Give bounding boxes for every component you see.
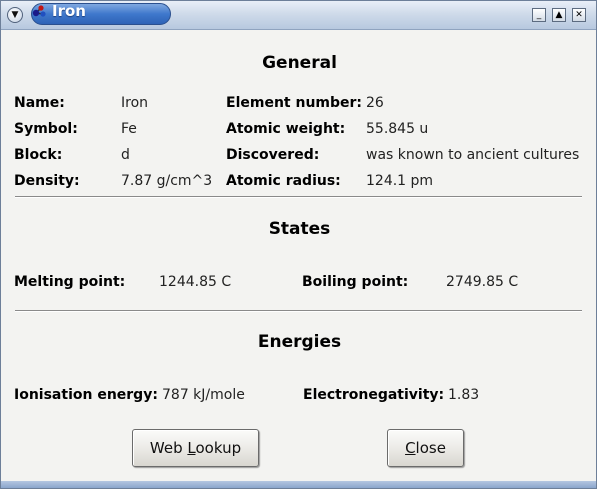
close-label-post: lose <box>415 439 446 457</box>
atomic-weight-label: Atomic weight: <box>226 121 346 137</box>
element-number-value: 26 <box>366 95 384 111</box>
minimize-icon: _ <box>536 10 542 20</box>
discovered-label: Discovered: <box>226 147 320 163</box>
name-value: Iron <box>121 95 149 111</box>
ionisation-energy-label: Ionisation energy: <box>14 387 158 403</box>
close-mnemonic: C <box>405 439 416 457</box>
separator <box>15 196 582 198</box>
chevron-down-icon: ▼ <box>11 10 19 20</box>
boiling-point-label: Boiling point: <box>302 274 409 290</box>
close-icon: ✕ <box>575 10 583 20</box>
maximize-button[interactable]: ▲ <box>552 8 566 22</box>
section-heading-states: States <box>268 219 331 239</box>
melting-point-label: Melting point: <box>14 274 126 290</box>
minimize-button[interactable]: _ <box>532 8 546 22</box>
section-heading-energies: Energies <box>257 332 342 352</box>
maximize-icon: ▲ <box>555 10 563 20</box>
density-label: Density: <box>14 173 80 189</box>
window-title: Iron <box>52 2 86 20</box>
electronegativity-value: 1.83 <box>448 387 480 403</box>
atomic-radius-value: 124.1 pm <box>366 173 434 189</box>
close-button[interactable]: Close <box>387 429 464 467</box>
block-value: d <box>121 147 130 163</box>
window-bottom-border <box>1 481 596 488</box>
web-lookup-label-post: ookup <box>195 439 242 457</box>
electronegativity-label: Electronegativity: <box>303 387 445 403</box>
title-bar[interactable]: ▼ Iron _ ▲ ✕ <box>1 1 596 30</box>
boiling-point-value: 2749.85 C <box>446 274 519 290</box>
molecule-icon <box>32 5 46 17</box>
name-label: Name: <box>14 95 65 111</box>
atomic-weight-value: 55.845 u <box>366 121 429 137</box>
melting-point-value: 1244.85 C <box>159 274 232 290</box>
discovered-value: was known to ancient cultures <box>366 147 580 163</box>
web-lookup-button[interactable]: Web Lookup <box>132 429 259 467</box>
block-label: Block: <box>14 147 63 163</box>
element-info-window: ▼ Iron _ ▲ ✕ General Name: Iron Element … <box>0 0 597 489</box>
element-number-label: Element number: <box>226 95 363 111</box>
symbol-label: Symbol: <box>14 121 78 137</box>
ionisation-energy-value: 787 kJ/mole <box>162 387 245 403</box>
close-window-button[interactable]: ✕ <box>572 8 586 22</box>
symbol-value: Fe <box>121 121 137 137</box>
web-lookup-label-pre: Web <box>149 439 188 457</box>
section-heading-general: General <box>262 53 337 73</box>
separator <box>15 310 582 312</box>
density-value: 7.87 g/cm^3 <box>121 173 213 189</box>
atomic-radius-label: Atomic radius: <box>226 173 341 189</box>
window-menu-button[interactable]: ▼ <box>7 7 23 23</box>
